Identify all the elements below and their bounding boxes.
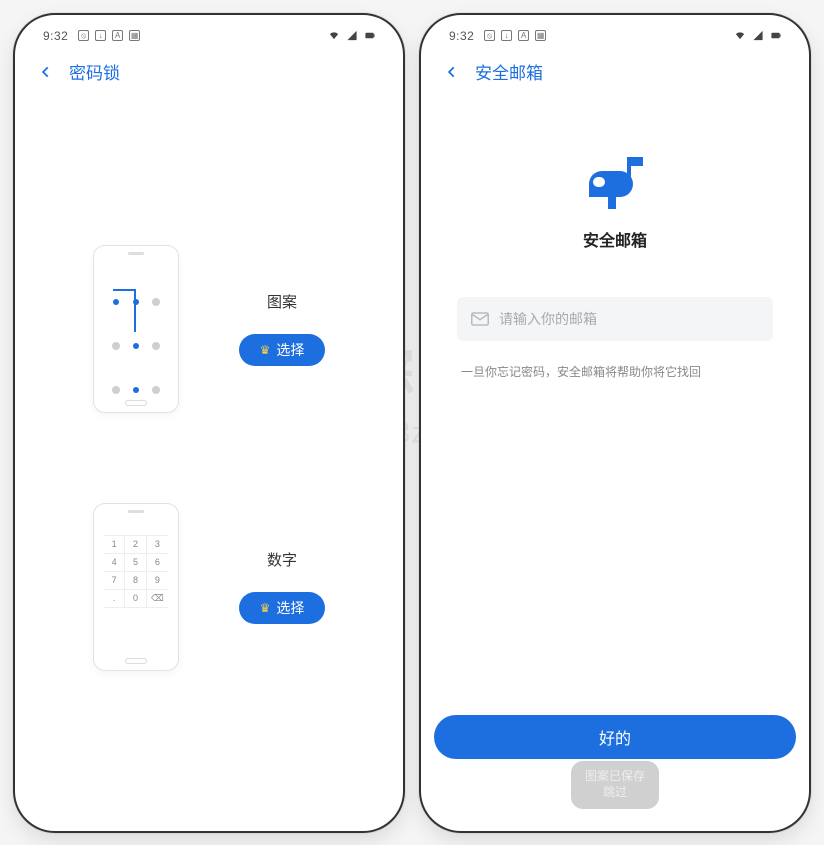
crown-icon: ♛ xyxy=(260,344,271,356)
mailbox-heading: 安全邮箱 xyxy=(583,227,647,251)
header: 密码锁 xyxy=(23,49,395,95)
mailbox-body: 安全邮箱 请输入你的邮箱 一旦你忘记密码，安全邮箱将帮助你将它找回 好的 图案已… xyxy=(429,95,801,823)
pattern-select-label: 选择 xyxy=(276,340,304,360)
pattern-line xyxy=(103,278,169,344)
toast: 图案已保存 跳过 xyxy=(571,761,659,808)
option-digits: 123 456 789 .0⌫ 数字 ♛ 选择 xyxy=(23,503,395,671)
phone-right: 9:32 ⦸ ↓ A ▦ 安全邮箱 xyxy=(419,13,811,833)
envelope-icon xyxy=(471,312,489,326)
page-title: 密码锁 xyxy=(69,59,120,84)
status-icons-left: ⦸ ↓ A ▦ xyxy=(78,30,140,41)
wifi-icon xyxy=(733,30,747,41)
signal-icon xyxy=(345,30,359,41)
status-time: 9:32 xyxy=(449,29,474,43)
battery-icon xyxy=(769,30,783,41)
email-field[interactable]: 请输入你的邮箱 xyxy=(457,297,773,341)
status-icons-left: ⦸ ↓ A ▦ xyxy=(484,30,546,41)
ok-button[interactable]: 好的 xyxy=(434,715,796,759)
back-button[interactable] xyxy=(37,63,55,81)
header: 安全邮箱 xyxy=(429,49,801,95)
crown-icon: ♛ xyxy=(260,602,271,614)
digits-preview: 123 456 789 .0⌫ xyxy=(93,503,179,671)
email-placeholder: 请输入你的邮箱 xyxy=(499,309,597,329)
chevron-left-icon xyxy=(445,65,459,79)
app-icon: ▦ xyxy=(535,30,546,41)
pattern-preview xyxy=(93,245,179,413)
digits-select-button[interactable]: ♛ 选择 xyxy=(239,592,325,624)
download-icon: ↓ xyxy=(95,30,106,41)
nfc-icon: ⦸ xyxy=(78,30,89,41)
status-bar: 9:32 ⦸ ↓ A ▦ xyxy=(429,23,801,49)
nfc-icon: ⦸ xyxy=(484,30,495,41)
status-bar: 9:32 ⦸ ↓ A ▦ xyxy=(23,23,395,49)
digits-label: 数字 xyxy=(267,549,297,570)
email-hint: 一旦你忘记密码，安全邮箱将帮助你将它找回 xyxy=(457,363,701,380)
status-icons-right xyxy=(733,30,783,41)
page-title: 安全邮箱 xyxy=(475,59,543,84)
status-time: 9:32 xyxy=(43,29,68,43)
battery-icon xyxy=(363,30,377,41)
app-icon: ▦ xyxy=(129,30,140,41)
download-icon: ↓ xyxy=(501,30,512,41)
alarm-icon: A xyxy=(112,30,123,41)
status-icons-right xyxy=(327,30,377,41)
mailbox-icon xyxy=(583,155,647,211)
chevron-left-icon xyxy=(39,65,53,79)
back-button[interactable] xyxy=(443,63,461,81)
digits-select-label: 选择 xyxy=(276,598,304,618)
toast-skip[interactable]: 跳过 xyxy=(603,785,627,801)
pattern-label: 图案 xyxy=(267,291,297,312)
signal-icon xyxy=(751,30,765,41)
alarm-icon: A xyxy=(518,30,529,41)
pattern-select-button[interactable]: ♛ 选择 xyxy=(239,334,325,366)
option-pattern: 图案 ♛ 选择 xyxy=(23,245,395,413)
locktype-body: 图案 ♛ 选择 123 456 789 .0⌫ xyxy=(23,95,395,823)
keypad: 123 456 789 .0⌫ xyxy=(104,535,168,670)
ok-button-label: 好的 xyxy=(599,725,631,749)
phone-left: 9:32 ⦸ ↓ A ▦ 密码锁 xyxy=(13,13,405,833)
toast-line1: 图案已保存 xyxy=(585,769,645,785)
wifi-icon xyxy=(327,30,341,41)
